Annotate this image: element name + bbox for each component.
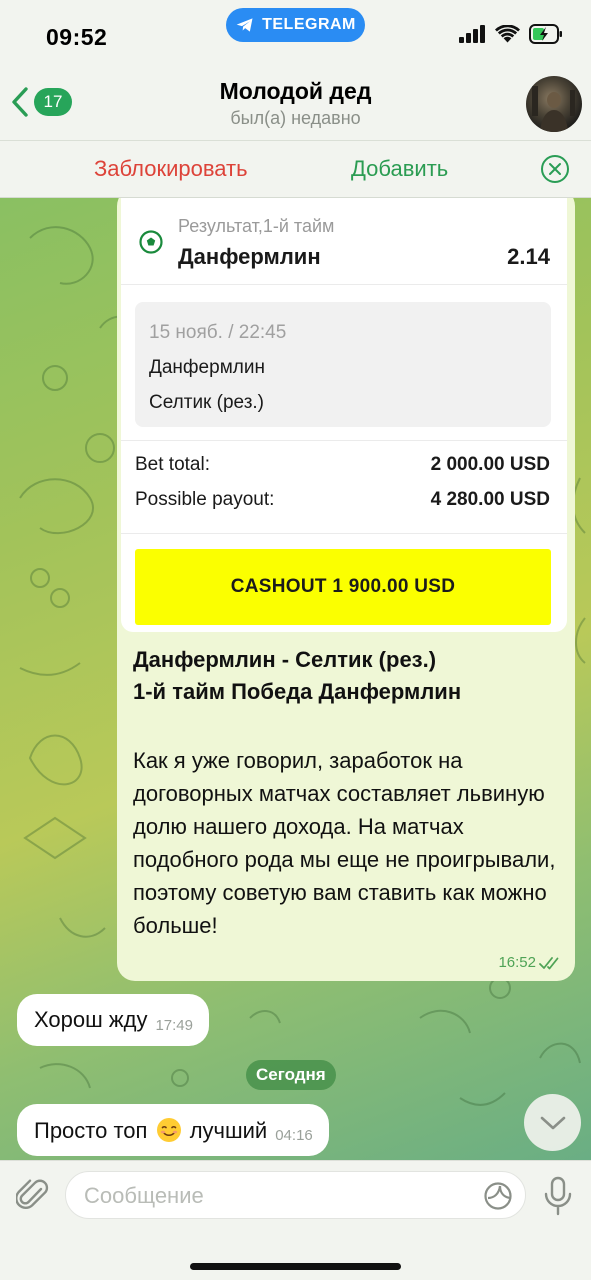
status-bar: 09:52 TELEGRAM bbox=[0, 0, 591, 70]
avatar[interactable] bbox=[526, 76, 582, 132]
chat-status: был(а) недавно bbox=[230, 108, 361, 128]
card-divider bbox=[121, 533, 567, 534]
paperclip-icon[interactable] bbox=[16, 1177, 50, 1215]
cashout-button[interactable]: CASHOUT 1 900.00 USD bbox=[135, 549, 551, 625]
message-meta: 16:52 bbox=[498, 954, 563, 971]
match-info-box: 15 нояб. / 22:45 Данфермлин Селтик (рез.… bbox=[135, 302, 551, 427]
scroll-to-bottom-button[interactable] bbox=[524, 1094, 581, 1151]
match-date: 15 нояб. / 22:45 bbox=[149, 322, 287, 343]
incoming-message[interactable]: Хорош жду 17:49 bbox=[17, 994, 209, 1046]
telegram-label: TELEGRAM bbox=[262, 16, 356, 33]
possible-payout-label: Possible payout: bbox=[135, 489, 275, 510]
message-time: 04:16 bbox=[275, 1126, 313, 1144]
add-contact-button[interactable]: Добавить bbox=[351, 156, 448, 182]
bet-total-value: 2 000.00 USD bbox=[430, 454, 550, 475]
battery-charging-icon bbox=[529, 24, 562, 44]
message-time: 17:49 bbox=[155, 1016, 193, 1034]
headline-line-2: 1-й тайм Победа Данфермлин bbox=[133, 679, 462, 704]
message-text: Просто топ лучший bbox=[34, 1117, 267, 1144]
outgoing-message[interactable]: Результат,1-й тайм Данфермлин 2.14 15 но… bbox=[117, 198, 575, 981]
match-team-2: Селтик (рез.) bbox=[149, 392, 265, 413]
bet-market-label: Результат,1-й тайм bbox=[178, 216, 335, 236]
system-icons bbox=[459, 24, 563, 44]
bet-slip-card: Результат,1-й тайм Данфермлин 2.14 15 но… bbox=[121, 198, 567, 632]
bet-odds: 2.14 bbox=[507, 244, 550, 269]
avatar-image bbox=[532, 86, 575, 132]
message-text-before: Просто топ bbox=[34, 1117, 148, 1143]
chat-title[interactable]: Молодой дед bbox=[0, 78, 591, 105]
telegram-plane-icon bbox=[236, 18, 253, 32]
message-text-after: лучший bbox=[189, 1117, 268, 1143]
message-field[interactable] bbox=[65, 1171, 526, 1219]
double-check-icon bbox=[539, 956, 559, 969]
message-headline: Данфермлин - Селтик (рез.) 1-й тайм Побе… bbox=[133, 644, 563, 708]
smiling-face-emoji-icon bbox=[156, 1117, 181, 1142]
chat-header: 17 Молодой дед был(а) недавно bbox=[0, 70, 591, 140]
status-time: 09:52 bbox=[46, 24, 108, 50]
sticker-icon[interactable] bbox=[483, 1181, 513, 1211]
bet-total-label: Bet total: bbox=[135, 454, 210, 475]
headline-line-1: Данфермлин - Селтик (рез.) bbox=[133, 647, 437, 672]
cellular-signal-icon bbox=[459, 25, 485, 43]
message-body: Как я уже говорил, заработок на договорн… bbox=[133, 748, 556, 938]
incoming-message[interactable]: Просто топ лучший 04:16 bbox=[17, 1104, 329, 1156]
bet-selection: Данфермлин bbox=[178, 244, 321, 269]
wifi-icon bbox=[495, 25, 520, 43]
card-divider bbox=[121, 440, 567, 441]
chat-area[interactable]: Результат,1-й тайм Данфермлин 2.14 15 но… bbox=[0, 198, 591, 1160]
match-team-1: Данфермлин bbox=[149, 357, 265, 378]
date-separator: Сегодня bbox=[246, 1060, 336, 1090]
soccer-ball-icon bbox=[139, 230, 163, 254]
message-input-bar bbox=[0, 1160, 591, 1280]
close-icon[interactable] bbox=[540, 154, 570, 184]
possible-payout-value: 4 280.00 USD bbox=[430, 489, 550, 510]
microphone-icon[interactable] bbox=[543, 1176, 573, 1216]
home-indicator bbox=[190, 1263, 401, 1270]
block-button[interactable]: Заблокировать bbox=[94, 156, 248, 182]
telegram-pill[interactable]: TELEGRAM bbox=[226, 8, 365, 42]
message-time: 16:52 bbox=[498, 954, 536, 971]
card-divider bbox=[121, 284, 567, 285]
message-text: Хорош жду bbox=[34, 1007, 148, 1032]
message-input[interactable] bbox=[84, 1182, 464, 1210]
contact-action-bar: Заблокировать Добавить bbox=[0, 140, 591, 198]
chevron-down-icon bbox=[540, 1116, 565, 1129]
